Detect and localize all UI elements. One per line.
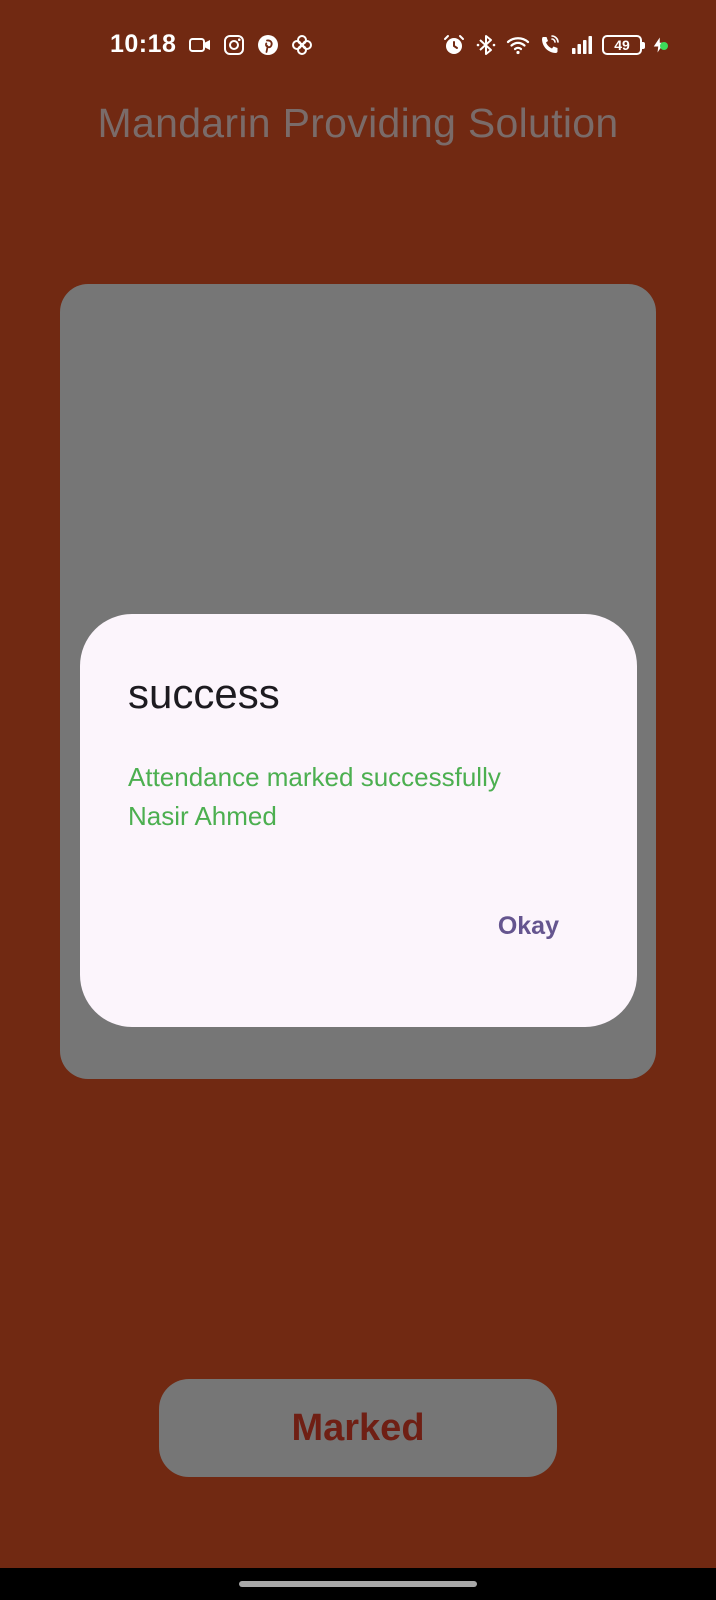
navigation-bar xyxy=(0,1568,716,1600)
wifi-calling-icon xyxy=(542,35,559,53)
dialog-message: Attendance marked successfully Nasir Ahm… xyxy=(128,758,598,836)
home-indicator[interactable] xyxy=(239,1581,477,1587)
notification-icons xyxy=(188,33,314,57)
instagram-icon xyxy=(224,35,244,55)
app-screen: 10:18 49 Mandarin Providing Solution Mar… xyxy=(0,0,716,1600)
alarm-icon xyxy=(444,35,464,54)
dialog-message-line: Attendance marked successfully xyxy=(128,762,501,792)
page-title: Mandarin Providing Solution xyxy=(97,100,619,146)
success-dialog: success Attendance marked successfully N… xyxy=(80,614,637,1027)
status-time: 10:18 xyxy=(110,30,177,58)
status-bar: 10:18 49 xyxy=(0,0,716,92)
video-camera-icon xyxy=(189,38,210,52)
system-icons: 49 xyxy=(442,33,668,57)
battery-level: 49 xyxy=(614,37,630,53)
wifi-icon xyxy=(506,37,530,55)
okay-button[interactable]: Okay xyxy=(498,912,559,941)
pinterest-icon xyxy=(258,35,278,55)
battery-indicator: 49 xyxy=(602,35,645,55)
pinwheel-icon xyxy=(292,35,312,55)
signal-icon xyxy=(572,36,592,54)
dialog-user-name: Nasir Ahmed xyxy=(128,801,277,831)
bluetooth-icon xyxy=(476,35,496,55)
marked-button[interactable]: Marked xyxy=(159,1379,557,1477)
privacy-indicator-dot xyxy=(660,42,668,50)
dialog-title: success xyxy=(128,670,280,717)
